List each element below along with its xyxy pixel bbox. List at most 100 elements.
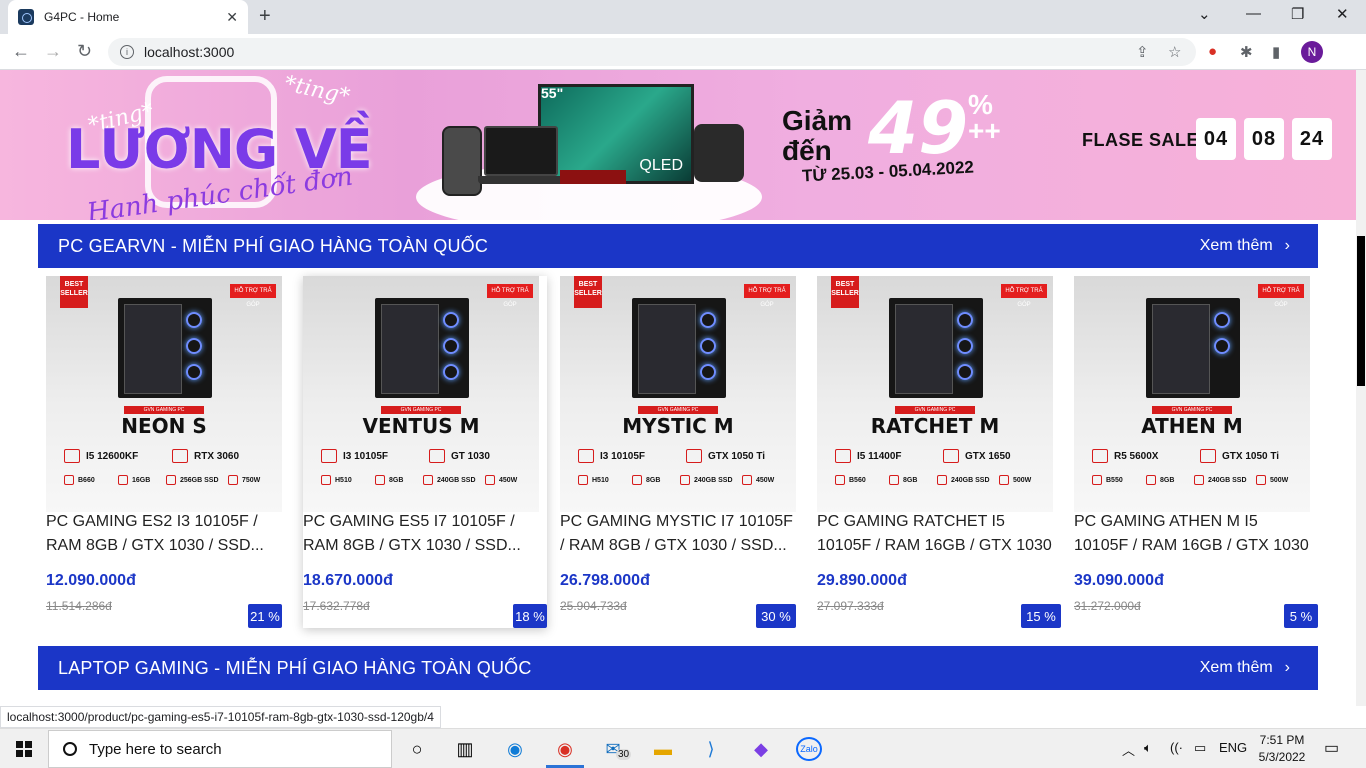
product-price: 12.090.000đ [46,572,136,589]
rgb-fan-icon [957,338,973,354]
input-language[interactable]: ENG [1219,740,1247,755]
product-name[interactable]: PC GAMING ES5 I7 10105F / RAM 8GB / GTX … [303,510,539,558]
address-bar[interactable]: i localhost:3000 [108,38,1196,66]
share-icon[interactable]: ⇪ [1136,43,1149,61]
product-card[interactable]: HỖ TRỢ TRẢ GÓP GVN GAMING PC VENTUS M I3… [303,276,547,628]
tray-overflow-chevron-icon[interactable]: ︿ [1122,740,1135,759]
bookmark-star-icon[interactable]: ☆ [1168,43,1181,61]
gpu-icon [686,449,702,463]
mail-icon[interactable]: ✉ 30 [600,737,632,761]
chevron-right-icon[interactable]: › [1285,659,1290,677]
product-image[interactable]: BEST SELLER HỖ TRỢ TRẢ GÓP GVN GAMING PC… [46,276,282,512]
chevron-right-icon[interactable]: › [1285,237,1290,255]
minimize-icon[interactable]: — [1246,5,1261,22]
volume-icon[interactable]: 🔈︎ [1144,740,1152,756]
browser-tab[interactable]: G4PC - Home ✕ [8,0,248,34]
link-status-bubble: localhost:3000/product/pc-gaming-es5-i7-… [0,706,441,728]
product-image[interactable]: BEST SELLER HỖ TRỢ TRẢ GÓP GVN GAMING PC… [560,276,796,512]
spec-psu: 450W [742,470,774,490]
wifi-icon[interactable]: ((· [1170,740,1183,755]
rgb-fan-icon [443,338,459,354]
window-close-icon[interactable]: ✕ [1336,5,1349,23]
forward-arrow-icon[interactable]: → [44,41,62,62]
rgb-fan-icon [1214,338,1230,354]
edge-browser-icon[interactable]: ◉ [502,737,528,761]
gpu-icon [943,449,959,463]
spec-value: RTX 3060 [194,450,240,462]
spec-value: 16GB [132,476,151,484]
product-price: 29.890.000đ [817,572,907,589]
cpu-icon [578,449,594,463]
countdown-hours: 04 [1196,118,1236,160]
taskbar-search-box[interactable]: Type here to search [48,730,392,768]
zalo-icon[interactable]: Zalo [796,737,822,761]
section-header-pc: PC GEARVN - MIỄN PHÍ GIAO HÀNG TOÀN QUỐC… [38,224,1318,268]
vscode-icon[interactable]: ⟩ [698,737,724,761]
site-info-icon[interactable]: i [120,45,134,59]
view-more-label[interactable]: Xem thêm [1200,237,1273,255]
spec-value: 240GB SSD [1208,476,1247,484]
banner-ting-right: *ting* [282,71,353,110]
taskbar-clock[interactable]: 7:51 PM 5/3/2022 [1252,732,1312,766]
gvn-tag: GVN GAMING PC [381,406,461,414]
giam-line1: Giảm [782,105,853,136]
extension-colorful-icon[interactable]: ● [1208,43,1217,60]
spec-value: 500W [1270,476,1289,484]
spec-board: B560 [835,470,866,490]
rgb-fan-icon [1214,312,1230,328]
product-card[interactable]: HỖ TRỢ TRẢ GÓP GVN GAMING PC ATHEN M R5 … [1074,276,1318,628]
product-name[interactable]: PC GAMING MYSTIC I7 10105F / RAM 8GB / G… [560,510,796,558]
product-image[interactable]: HỖ TRỢ TRẢ GÓP GVN GAMING PC ATHEN M R5 … [1074,276,1310,512]
product-card[interactable]: BEST SELLER HỖ TRỢ TRẢ GÓP GVN GAMING PC… [560,276,796,628]
product-price: 39.090.000đ [1074,572,1164,589]
scrollbar-thumb[interactable] [1357,236,1365,386]
product-name[interactable]: PC GAMING ATHEN M I5 10105F / RAM 16GB /… [1074,510,1310,558]
file-explorer-icon[interactable]: ▬ [650,737,676,761]
search-placeholder[interactable]: Type here to search [89,741,222,758]
view-more-label[interactable]: Xem thêm [1200,659,1273,677]
restore-icon[interactable]: ❐ [1291,5,1304,23]
section-title: PC GEARVN - MIỄN PHÍ GIAO HÀNG TOÀN QUỐC [58,235,489,256]
address-url[interactable]: localhost:3000 [144,44,234,60]
windows-start-icon[interactable] [16,741,32,757]
messenger-icon[interactable]: ◆ [748,737,774,761]
spec-value: 500W [1013,476,1032,484]
product-image[interactable]: HỖ TRỢ TRẢ GÓP GVN GAMING PC VENTUS M I3… [303,276,539,512]
profile-avatar[interactable]: N [1301,41,1323,63]
discount-badge: 18 % [513,604,547,628]
tab-close-icon[interactable]: ✕ [226,9,238,26]
discount-badge: 30 % [756,604,796,628]
ssd-icon [680,475,690,485]
product-model: VENTUS M [362,414,480,438]
back-arrow-icon[interactable]: ← [12,41,30,62]
countdown-seconds: 24 [1292,118,1332,160]
tab-search-chevron-icon[interactable]: ⌄ [1198,5,1211,23]
cortana-icon[interactable]: ○ [404,737,430,761]
extensions-puzzle-icon[interactable]: ✱ [1240,43,1253,61]
rgb-fan-icon [957,364,973,380]
page-scrollbar[interactable] [1356,70,1366,706]
promo-banner[interactable]: *ting* *ting* LƯƠNG VỀ Hạnh phúc chốt đơ… [0,70,1356,220]
product-name[interactable]: PC GAMING ES2 I3 10105F / RAM 8GB / GTX … [46,510,282,558]
notification-center-icon[interactable]: ▭ [1324,738,1339,758]
spec-value: 240GB SSD [437,476,476,484]
spec-value: I5 12600KF [86,450,139,462]
clock-time: 7:51 PM [1259,733,1305,747]
side-panel-icon[interactable]: ▮ [1272,43,1280,61]
task-view-icon[interactable]: ▥ [452,737,478,761]
rgb-fan-icon [700,338,716,354]
banner-laptop-image [478,126,564,184]
chrome-browser-icon[interactable]: ◉ [546,737,584,768]
new-tab-button[interactable]: + [259,5,271,28]
product-card[interactable]: BEST SELLER HỖ TRỢ TRẢ GÓP GVN GAMING PC… [46,276,282,628]
spec-ssd: 240GB SSD [423,470,476,490]
spec-psu: 500W [1256,470,1288,490]
product-card[interactable]: BEST SELLER HỖ TRỢ TRẢ GÓP GVN GAMING PC… [817,276,1061,628]
view-more-link[interactable]: Xem thêm › [1200,659,1290,677]
banner-percent-suffix: % ++ [968,89,1001,146]
battery-icon[interactable]: ▭ [1194,740,1206,756]
product-image[interactable]: BEST SELLER HỖ TRỢ TRẢ GÓP GVN GAMING PC… [817,276,1053,512]
product-name[interactable]: PC GAMING RATCHET I5 10105F / RAM 16GB /… [817,510,1053,558]
view-more-link[interactable]: Xem thêm › [1200,237,1290,255]
reload-icon[interactable]: ↻ [77,41,92,62]
